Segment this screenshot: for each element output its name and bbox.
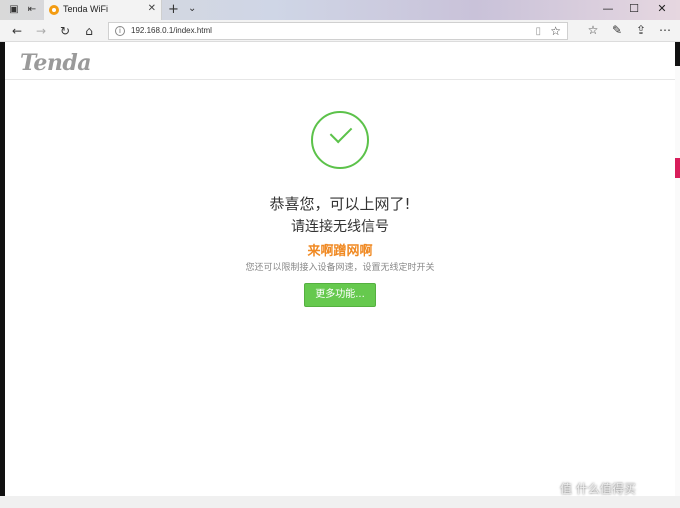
set-aside-tabs-icon[interactable]: ⇤ [26, 4, 38, 16]
tenda-logo: Tenda [20, 50, 91, 76]
favorite-star-icon[interactable]: ☆ [550, 24, 561, 38]
address-bar[interactable]: i 192.168.0.1/index.html ▯ ☆ [108, 22, 568, 40]
url-text[interactable]: 192.168.0.1/index.html [131, 26, 212, 35]
site-info-icon[interactable]: i [115, 26, 125, 36]
tab-close-icon[interactable]: ✕ [148, 3, 156, 14]
bg-red-strip [675, 158, 680, 178]
navigation-bar: ← → ↻ ⌂ i 192.168.0.1/index.html ▯ ☆ ☆ ✎… [0, 20, 680, 42]
tab-bar: ▣ ⇤ Tenda WiFi ✕ + ⌄ — ☐ ✕ [0, 0, 680, 20]
wifi-name: 来啊蹭网啊 [307, 244, 373, 259]
connect-wifi-message: 请连接无线信号 [291, 219, 389, 235]
tab-title: Tenda WiFi [63, 4, 109, 14]
forward-button[interactable]: → [34, 24, 48, 38]
favorites-list-icon[interactable]: ☆ [586, 23, 600, 37]
new-tab-button[interactable]: + [168, 2, 179, 17]
success-message: 恭喜您，可以上网了! [269, 195, 411, 213]
background-window-edge-right [675, 42, 680, 508]
share-icon[interactable]: ⇪ [634, 23, 648, 37]
reading-view-icon[interactable]: ▯ [535, 26, 541, 37]
back-button[interactable]: ← [10, 24, 24, 38]
notes-pen-icon[interactable]: ✎ [610, 23, 624, 37]
minimize-button[interactable]: — [596, 2, 620, 15]
tab-menu-chevron-icon[interactable]: ⌄ [188, 3, 196, 14]
tenda-favicon-icon [49, 5, 59, 15]
watermark: 值 什么值得买 [560, 482, 636, 496]
more-features-button[interactable]: 更多功能... [304, 283, 376, 307]
maximize-button[interactable]: ☐ [622, 2, 646, 15]
home-button[interactable]: ⌂ [82, 24, 96, 38]
page-viewport: Tenda 恭喜您，可以上网了! 请连接无线信号 来啊蹭网啊 您还可以限制接入设… [5, 42, 675, 496]
tab-preview-icon[interactable]: ▣ [8, 4, 20, 16]
taskbar-edge [0, 496, 680, 508]
tab-tenda-wifi[interactable]: Tenda WiFi ✕ [44, 0, 162, 20]
close-window-button[interactable]: ✕ [650, 2, 674, 15]
page-header: Tenda [5, 42, 675, 80]
success-check-icon [311, 111, 369, 169]
more-menu-icon[interactable]: ⋯ [658, 23, 672, 37]
hint-text: 您还可以限制接入设备网速，设置无线定时开关 [245, 263, 435, 273]
bg-dark-strip [675, 42, 680, 66]
refresh-button[interactable]: ↻ [58, 24, 72, 38]
